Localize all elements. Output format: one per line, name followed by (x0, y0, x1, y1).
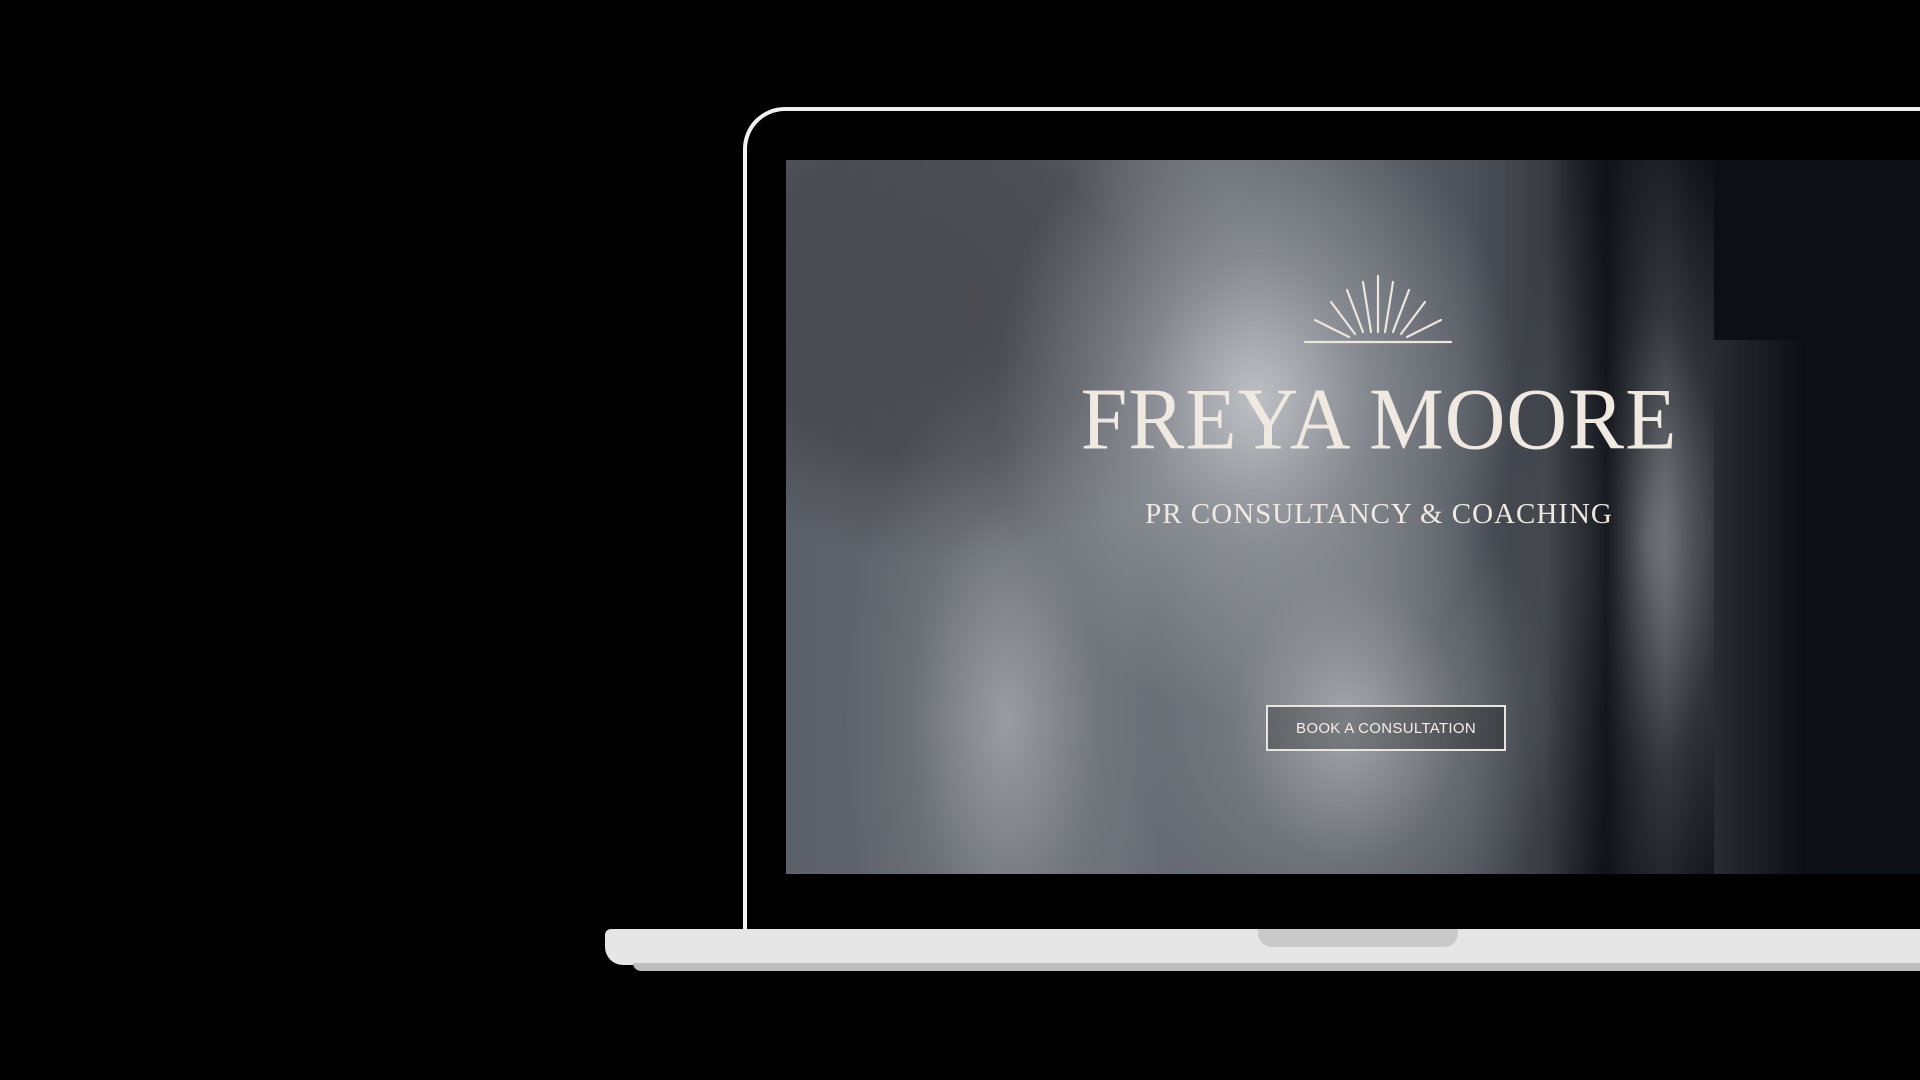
brand-name: FREYA MOORE (1080, 370, 1678, 469)
mockup-stage: FREYA MOORE PR CONSULTANCY & COACHING BO… (0, 0, 1920, 1080)
laptop-screen: FREYA MOORE PR CONSULTANCY & COACHING BO… (786, 160, 1920, 874)
hero-section: FREYA MOORE PR CONSULTANCY & COACHING BO… (786, 160, 1920, 874)
laptop-base-edge (633, 963, 1920, 971)
brand-tagline: PR CONSULTANCY & COACHING (1145, 498, 1613, 530)
laptop-opening-notch (1258, 929, 1458, 947)
book-consultation-button[interactable]: BOOK A CONSULTATION (1266, 705, 1506, 751)
sun-rays-icon (1303, 274, 1453, 344)
